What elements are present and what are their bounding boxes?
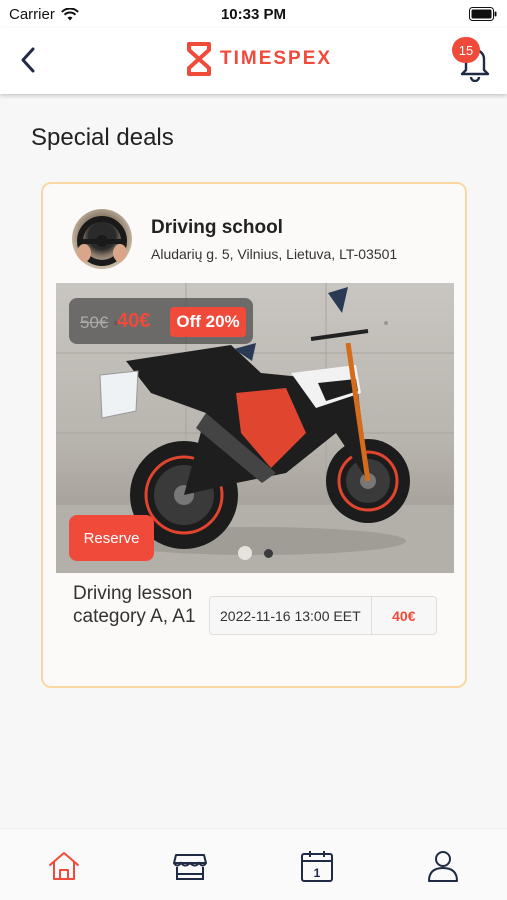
bottom-tab-bar: 1 <box>0 828 507 900</box>
new-price: 40€ <box>117 310 151 332</box>
back-arrow-icon[interactable] <box>14 44 44 76</box>
status-time: 10:33 PM <box>220 6 287 23</box>
store-icon[interactable] <box>172 849 208 883</box>
deal-card[interactable]: Driving school Aludarių g. 5, Vilnius, L… <box>41 182 467 688</box>
slot-time: 2022-11-16 13:00 EET <box>210 597 372 634</box>
app-header: TIMESPEX <box>0 28 507 94</box>
provider-name: Driving school <box>151 217 283 238</box>
calendar-icon[interactable]: 1 <box>299 849 335 883</box>
home-icon[interactable] <box>46 849 82 883</box>
battery-icon <box>469 7 497 21</box>
slot-price: 40€ <box>392 607 416 624</box>
notification-badge: 15 <box>452 37 480 63</box>
page-title: Special deals <box>31 124 174 151</box>
brand-logo: TIMESPEX <box>186 42 332 76</box>
service-name: Driving lesson category A, A1 <box>73 583 196 627</box>
carousel-dot-2[interactable] <box>264 549 273 558</box>
calendar-day-number: 1 <box>314 866 321 880</box>
reserve-button[interactable]: Reserve <box>69 515 154 561</box>
profile-icon[interactable] <box>425 849 461 883</box>
old-price: 50€ <box>80 313 109 332</box>
status-bar: Carrier 10:33 PM <box>0 0 507 28</box>
provider-address: Aludarių g. 5, Vilnius, Lietuva, LT-0350… <box>151 246 398 262</box>
deal-photo-carousel[interactable]: 50€ 40€ Off 20% Reserve <box>56 283 454 573</box>
provider-avatar <box>72 209 132 269</box>
carousel-dot-1[interactable] <box>238 546 252 560</box>
brand-name: TIMESPEX <box>220 48 333 69</box>
time-slot-button[interactable]: 2022-11-16 13:00 EET 40€ <box>209 596 437 635</box>
steering-wheel-photo <box>77 216 127 266</box>
timespex-logo-icon <box>187 42 211 76</box>
discount-badge: Off 20% <box>170 307 246 337</box>
price-overlay: 50€ 40€ Off 20% <box>69 298 253 344</box>
